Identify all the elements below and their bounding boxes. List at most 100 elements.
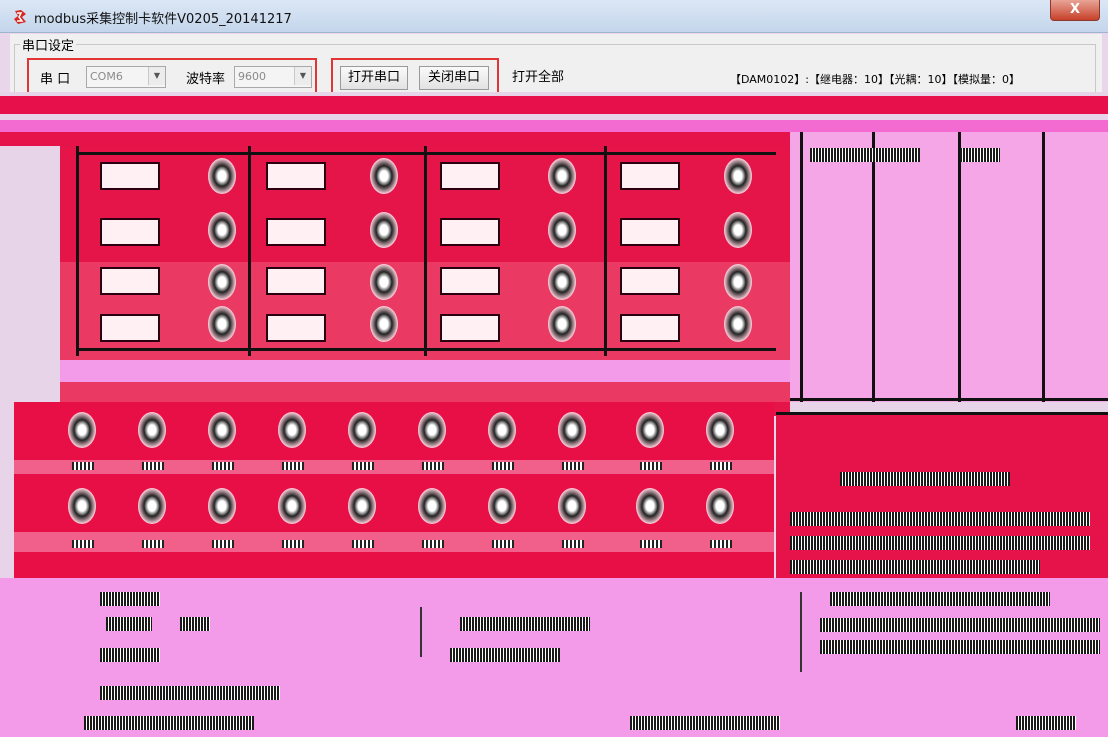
optocoupler-led — [418, 488, 446, 524]
optocoupler-led — [558, 412, 586, 448]
optocoupler-label — [492, 540, 514, 548]
grid-line — [424, 146, 427, 356]
port-select[interactable]: COM6 ▼ — [86, 66, 166, 88]
close-button[interactable]: X — [1050, 0, 1100, 21]
optocoupler-led — [488, 488, 516, 524]
optocoupler-led — [558, 488, 586, 524]
right-info-text — [790, 536, 1090, 550]
relay-led — [370, 306, 398, 342]
device-status-text: 【DAM0102】:【继电器：10】【光耦：10】【模拟量：0】 — [730, 73, 1020, 86]
log-divider — [420, 607, 422, 657]
baud-select[interactable]: 9600 ▼ — [234, 66, 312, 88]
optocoupler-label — [212, 540, 234, 548]
log-text — [100, 648, 160, 662]
right-info-text — [790, 560, 1040, 574]
optocoupler-led — [636, 488, 664, 524]
optocoupler-label — [352, 540, 374, 548]
relay-cell — [100, 314, 160, 342]
relay-cell — [440, 218, 500, 246]
relay-led — [208, 212, 236, 248]
optocoupler-label — [492, 462, 514, 470]
relay-cell — [100, 218, 160, 246]
optocoupler-label — [72, 540, 94, 548]
relay-led — [724, 212, 752, 248]
table-line — [1042, 132, 1045, 402]
relay-led — [548, 212, 576, 248]
table-header-text — [960, 148, 1000, 162]
optocoupler-led — [208, 412, 236, 448]
optocoupler-led — [348, 488, 376, 524]
relay-led — [208, 158, 236, 194]
chevron-down-icon[interactable]: ▼ — [294, 67, 311, 85]
relay-led — [370, 264, 398, 300]
relay-cell — [620, 218, 680, 246]
relay-cell — [620, 267, 680, 295]
optocoupler-led — [418, 412, 446, 448]
grid-line — [248, 146, 251, 356]
optocoupler-led — [68, 488, 96, 524]
open-port-button[interactable]: 打开串口 — [340, 66, 408, 90]
right-table — [790, 132, 1108, 402]
app-icon — [14, 10, 26, 24]
open-all-button[interactable]: 打开全部 — [504, 66, 572, 90]
optocoupler-label — [142, 462, 164, 470]
log-text — [830, 592, 1050, 606]
log-text — [106, 617, 152, 631]
panel-line — [776, 412, 1108, 415]
port-select-value: COM6 — [90, 70, 123, 83]
relay-cell — [440, 162, 500, 190]
optocoupler-label — [282, 462, 304, 470]
grid-line — [76, 146, 79, 356]
log-text — [180, 617, 210, 631]
optocoupler-label — [710, 540, 732, 548]
optocoupler-label — [562, 540, 584, 548]
relay-led — [370, 158, 398, 194]
optocoupler-label — [72, 462, 94, 470]
optocoupler-led — [278, 412, 306, 448]
relay-led — [548, 264, 576, 300]
optocoupler-led — [278, 488, 306, 524]
relay-cell — [266, 162, 326, 190]
right-info-text — [840, 472, 1010, 486]
stripe — [0, 96, 1108, 114]
log-text — [100, 686, 280, 700]
table-header-text — [810, 148, 920, 162]
relay-cell — [266, 314, 326, 342]
optocoupler-led — [706, 488, 734, 524]
optocoupler-label — [640, 462, 662, 470]
relay-led — [724, 158, 752, 194]
log-text — [820, 640, 1100, 654]
optocoupler-led — [706, 412, 734, 448]
log-text — [630, 716, 780, 730]
log-text — [1016, 716, 1076, 730]
optocoupler-label — [282, 540, 304, 548]
optocoupler-label — [562, 462, 584, 470]
close-port-button[interactable]: 关闭串口 — [419, 66, 489, 90]
relay-cell — [440, 267, 500, 295]
relay-led — [370, 212, 398, 248]
relay-cell — [620, 314, 680, 342]
optocoupler-label — [640, 540, 662, 548]
right-info-text — [790, 512, 1090, 526]
optocoupler-led — [636, 412, 664, 448]
table-line — [958, 132, 961, 402]
relay-cell — [266, 218, 326, 246]
table-line — [872, 132, 875, 402]
optocoupler-label — [422, 540, 444, 548]
log-text — [84, 716, 254, 730]
baud-select-value: 9600 — [238, 70, 266, 83]
main-area — [0, 92, 1108, 737]
optocoupler-led — [488, 412, 516, 448]
log-text — [450, 648, 560, 662]
grid-line — [76, 152, 776, 155]
optocoupler-led — [68, 412, 96, 448]
relay-led — [724, 264, 752, 300]
relay-cell — [266, 267, 326, 295]
log-text — [460, 617, 590, 631]
right-info-panel — [776, 412, 1108, 578]
relay-led — [548, 158, 576, 194]
relay-cell — [620, 162, 680, 190]
chevron-down-icon[interactable]: ▼ — [148, 67, 165, 85]
optocoupler-label — [142, 540, 164, 548]
stripe — [0, 120, 1108, 132]
